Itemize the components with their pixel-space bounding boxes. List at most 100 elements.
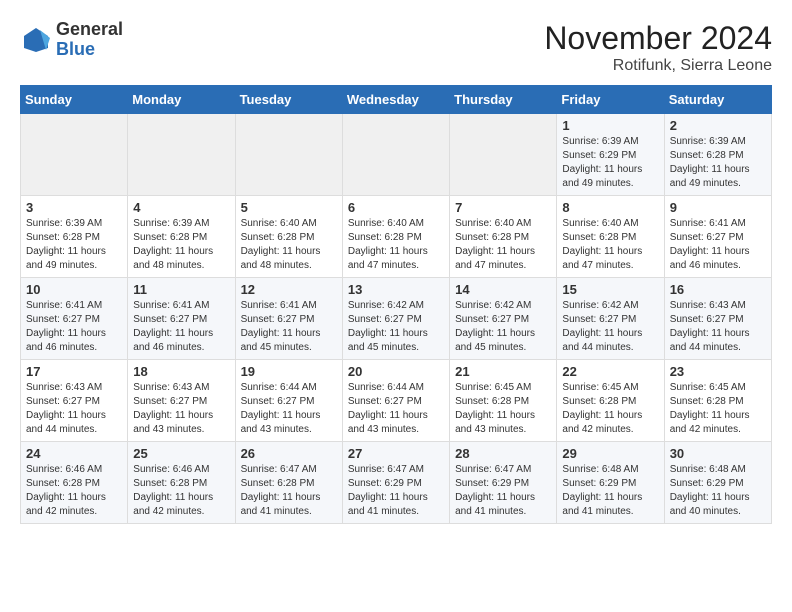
day-info: Sunrise: 6:46 AM Sunset: 6:28 PM Dayligh… [133, 463, 229, 519]
day-info: Sunrise: 6:43 AM Sunset: 6:27 PM Dayligh… [670, 299, 766, 355]
calendar-cell: 8Sunrise: 6:40 AM Sunset: 6:28 PM Daylig… [557, 196, 664, 278]
day-info: Sunrise: 6:39 AM Sunset: 6:28 PM Dayligh… [26, 217, 122, 273]
calendar-cell: 23Sunrise: 6:45 AM Sunset: 6:28 PM Dayli… [664, 360, 771, 442]
day-number: 20 [348, 364, 444, 379]
day-number: 11 [133, 282, 229, 297]
day-number: 9 [670, 200, 766, 215]
day-number: 7 [455, 200, 551, 215]
calendar-cell: 2 Sunrise: 6:39 AM Sunset: 6:28 PM Daylig… [664, 114, 771, 196]
day-number: 21 [455, 364, 551, 379]
day-number: 3 [26, 200, 122, 215]
day-number: 30 [670, 446, 766, 461]
day-number: 14 [455, 282, 551, 297]
calendar-cell: 7 Sunrise: 6:40 AM Sunset: 6:28 PM Daylig… [450, 196, 557, 278]
calendar-cell: 25 Sunrise: 6:46 AM Sunset: 6:28 PM Dayli… [128, 442, 235, 524]
calendar-cell: 17 Sunrise: 6:43 AM Sunset: 6:27 PM Dayli… [21, 360, 128, 442]
day-header-sunday: Sunday [21, 86, 128, 114]
day-number: 12 [241, 282, 337, 297]
day-info: Sunrise: 6:42 AM Sunset: 6:27 PM Dayligh… [562, 299, 658, 355]
calendar-cell: 10Sunrise: 6:41 AM Sunset: 6:27 PM Dayli… [21, 278, 128, 360]
calendar-cell: 26 Sunrise: 6:47 AM Sunset: 6:28 PM Dayli… [235, 442, 342, 524]
day-info: Sunrise: 6:48 AM Sunset: 6:29 PM Dayligh… [562, 463, 658, 519]
calendar-cell: 3 Sunrise: 6:39 AM Sunset: 6:28 PM Daylig… [21, 196, 128, 278]
calendar-cell: 28 Sunrise: 6:47 AM Sunset: 6:29 PM Dayli… [450, 442, 557, 524]
calendar-cell: 1 Sunrise: 6:39 AM Sunset: 6:29 PM Daylig… [557, 114, 664, 196]
calendar-cell [21, 114, 128, 196]
day-number: 8 [562, 200, 658, 215]
day-number: 17 [26, 364, 122, 379]
day-info: Sunrise: 6:43 AM Sunset: 6:27 PM Dayligh… [26, 381, 122, 437]
page-header: General Blue November 2024 Rotifunk, Sie… [20, 20, 772, 75]
calendar-cell: 13 Sunrise: 6:42 AM Sunset: 6:27 PM Dayli… [342, 278, 449, 360]
day-info: Sunrise: 6:45 AM Sunset: 6:28 PM Dayligh… [562, 381, 658, 437]
calendar-cell [128, 114, 235, 196]
day-info: Sunrise: 6:39 AM Sunset: 6:28 PM Dayligh… [670, 135, 766, 191]
calendar-cell: 9 Sunrise: 6:41 AM Sunset: 6:27 PM Daylig… [664, 196, 771, 278]
day-info: Sunrise: 6:47 AM Sunset: 6:28 PM Dayligh… [241, 463, 337, 519]
day-info: Sunrise: 6:45 AM Sunset: 6:28 PM Dayligh… [455, 381, 551, 437]
day-number: 16 [670, 282, 766, 297]
day-header-saturday: Saturday [664, 86, 771, 114]
day-info: Sunrise: 6:46 AM Sunset: 6:28 PM Dayligh… [26, 463, 122, 519]
day-number: 6 [348, 200, 444, 215]
day-number: 15 [562, 282, 658, 297]
logo: General Blue [20, 20, 123, 60]
calendar-cell: 30Sunrise: 6:48 AM Sunset: 6:29 PM Dayli… [664, 442, 771, 524]
day-info: Sunrise: 6:40 AM Sunset: 6:28 PM Dayligh… [348, 217, 444, 273]
calendar-cell: 6 Sunrise: 6:40 AM Sunset: 6:28 PM Daylig… [342, 196, 449, 278]
day-number: 28 [455, 446, 551, 461]
calendar-cell: 16 Sunrise: 6:43 AM Sunset: 6:27 PM Dayli… [664, 278, 771, 360]
location: Rotifunk, Sierra Leone [544, 57, 772, 75]
day-info: Sunrise: 6:43 AM Sunset: 6:27 PM Dayligh… [133, 381, 229, 437]
calendar-cell: 5Sunrise: 6:40 AM Sunset: 6:28 PM Daylig… [235, 196, 342, 278]
calendar-cell [450, 114, 557, 196]
calendar-cell: 11 Sunrise: 6:41 AM Sunset: 6:27 PM Dayli… [128, 278, 235, 360]
calendar-cell: 20 Sunrise: 6:44 AM Sunset: 6:27 PM Dayli… [342, 360, 449, 442]
day-number: 1 [562, 118, 658, 133]
day-number: 13 [348, 282, 444, 297]
month-title: November 2024 [544, 20, 772, 57]
calendar-cell: 18 Sunrise: 6:43 AM Sunset: 6:27 PM Dayli… [128, 360, 235, 442]
calendar-cell: 21 Sunrise: 6:45 AM Sunset: 6:28 PM Dayli… [450, 360, 557, 442]
day-info: Sunrise: 6:41 AM Sunset: 6:27 PM Dayligh… [241, 299, 337, 355]
calendar-header-row: SundayMondayTuesdayWednesdayThursdayFrid… [21, 86, 772, 114]
day-number: 2 [670, 118, 766, 133]
calendar-week-row: 3 Sunrise: 6:39 AM Sunset: 6:28 PM Daylig… [21, 196, 772, 278]
day-header-tuesday: Tuesday [235, 86, 342, 114]
logo-general-text: General [56, 20, 123, 40]
day-header-thursday: Thursday [450, 86, 557, 114]
calendar-cell: 14Sunrise: 6:42 AM Sunset: 6:27 PM Dayli… [450, 278, 557, 360]
calendar-cell: 24 Sunrise: 6:46 AM Sunset: 6:28 PM Dayli… [21, 442, 128, 524]
title-block: November 2024 Rotifunk, Sierra Leone [544, 20, 772, 75]
day-number: 19 [241, 364, 337, 379]
day-header-monday: Monday [128, 86, 235, 114]
day-info: Sunrise: 6:45 AM Sunset: 6:28 PM Dayligh… [670, 381, 766, 437]
day-number: 25 [133, 446, 229, 461]
calendar-cell [235, 114, 342, 196]
calendar-cell: 15 Sunrise: 6:42 AM Sunset: 6:27 PM Dayli… [557, 278, 664, 360]
day-info: Sunrise: 6:39 AM Sunset: 6:29 PM Dayligh… [562, 135, 658, 191]
day-number: 24 [26, 446, 122, 461]
calendar-week-row: 1 Sunrise: 6:39 AM Sunset: 6:29 PM Daylig… [21, 114, 772, 196]
calendar-week-row: 24 Sunrise: 6:46 AM Sunset: 6:28 PM Dayli… [21, 442, 772, 524]
logo-blue-text: Blue [56, 40, 123, 60]
day-info: Sunrise: 6:41 AM Sunset: 6:27 PM Dayligh… [26, 299, 122, 355]
day-info: Sunrise: 6:42 AM Sunset: 6:27 PM Dayligh… [348, 299, 444, 355]
day-info: Sunrise: 6:44 AM Sunset: 6:27 PM Dayligh… [241, 381, 337, 437]
day-info: Sunrise: 6:41 AM Sunset: 6:27 PM Dayligh… [133, 299, 229, 355]
day-info: Sunrise: 6:44 AM Sunset: 6:27 PM Dayligh… [348, 381, 444, 437]
calendar-week-row: 17 Sunrise: 6:43 AM Sunset: 6:27 PM Dayli… [21, 360, 772, 442]
calendar-cell: 22Sunrise: 6:45 AM Sunset: 6:28 PM Dayli… [557, 360, 664, 442]
calendar-cell: 27Sunrise: 6:47 AM Sunset: 6:29 PM Dayli… [342, 442, 449, 524]
day-info: Sunrise: 6:47 AM Sunset: 6:29 PM Dayligh… [455, 463, 551, 519]
calendar-cell: 12 Sunrise: 6:41 AM Sunset: 6:27 PM Dayli… [235, 278, 342, 360]
calendar-cell [342, 114, 449, 196]
day-info: Sunrise: 6:40 AM Sunset: 6:28 PM Dayligh… [455, 217, 551, 273]
day-info: Sunrise: 6:41 AM Sunset: 6:27 PM Dayligh… [670, 217, 766, 273]
day-number: 18 [133, 364, 229, 379]
day-number: 29 [562, 446, 658, 461]
day-number: 5 [241, 200, 337, 215]
day-info: Sunrise: 6:47 AM Sunset: 6:29 PM Dayligh… [348, 463, 444, 519]
day-number: 26 [241, 446, 337, 461]
calendar-table: SundayMondayTuesdayWednesdayThursdayFrid… [20, 85, 772, 524]
